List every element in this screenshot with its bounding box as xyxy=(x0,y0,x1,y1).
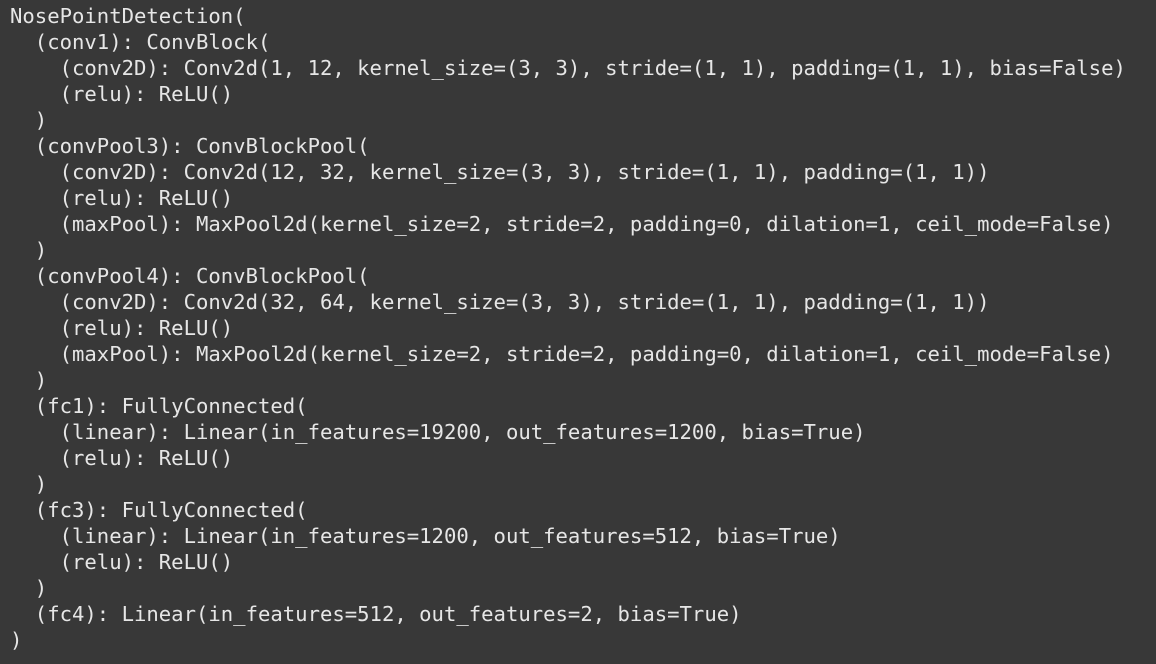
output-line-convpool3-maxpool: (maxPool): MaxPool2d(kernel_size=2, stri… xyxy=(10,212,1114,236)
output-line-model-close: ) xyxy=(10,628,23,652)
output-line-convpool4-maxpool: (maxPool): MaxPool2d(kernel_size=2, stri… xyxy=(10,342,1114,366)
output-line-fc3-linear: (linear): Linear(in_features=1200, out_f… xyxy=(10,524,841,548)
output-line-conv1: (conv1): ConvBlock( xyxy=(10,30,271,54)
output-line-convpool3-relu: (relu): ReLU() xyxy=(10,186,234,210)
output-line-fc1-relu: (relu): ReLU() xyxy=(10,446,234,470)
output-line-convpool3: (convPool3): ConvBlockPool( xyxy=(10,134,370,158)
output-line-fc1: (fc1): FullyConnected( xyxy=(10,394,308,418)
output-line-conv1-close: ) xyxy=(10,108,48,132)
model-summary-output: NosePointDetection( (conv1): ConvBlock( … xyxy=(0,0,1156,664)
output-line-convpool4-close: ) xyxy=(10,368,48,392)
output-line-fc3-relu: (relu): ReLU() xyxy=(10,550,234,574)
output-line-conv1-relu: (relu): ReLU() xyxy=(10,82,234,106)
output-line-fc1-linear: (linear): Linear(in_features=19200, out_… xyxy=(10,420,866,444)
output-line-fc3: (fc3): FullyConnected( xyxy=(10,498,308,522)
output-line-convpool4-relu: (relu): ReLU() xyxy=(10,316,234,340)
output-line-fc1-close: ) xyxy=(10,472,48,496)
output-line-convpool3-conv2d: (conv2D): Conv2d(12, 32, kernel_size=(3,… xyxy=(10,160,990,184)
output-line-convpool3-close: ) xyxy=(10,238,48,262)
output-line-conv1-conv2d: (conv2D): Conv2d(1, 12, kernel_size=(3, … xyxy=(10,56,1126,80)
output-line-convpool4-conv2d: (conv2D): Conv2d(32, 64, kernel_size=(3,… xyxy=(10,290,990,314)
output-line-convpool4: (convPool4): ConvBlockPool( xyxy=(10,264,370,288)
output-line-model-header: NosePointDetection( xyxy=(10,4,246,28)
output-line-fc4: (fc4): Linear(in_features=512, out_featu… xyxy=(10,602,742,626)
output-line-fc3-close: ) xyxy=(10,576,48,600)
